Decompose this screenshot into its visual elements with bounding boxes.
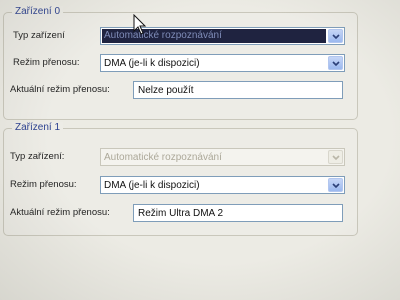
device1-mode-select[interactable]: DMA (je-li k dispozici)	[100, 176, 345, 194]
device0-mode-label: Režim přenosu:	[13, 57, 80, 68]
device0-current-label: Aktuální režim přenosu:	[10, 84, 110, 95]
device1-type-dropdown-button[interactable]	[328, 150, 343, 164]
device1-legend: Zařízení 1	[12, 122, 64, 134]
device0-current-value: Nelze použít	[138, 85, 194, 96]
device0-current-field: Nelze použít	[133, 81, 343, 99]
chevron-down-icon	[332, 61, 340, 67]
device1-current-label: Aktuální režim přenosu:	[10, 207, 110, 218]
device1-mode-value: DMA (je-li k dispozici)	[104, 180, 200, 191]
device1-type-select[interactable]: Automatické rozpoznávání	[100, 148, 345, 166]
device1-current-field: Režim Ultra DMA 2	[133, 204, 343, 222]
device0-type-dropdown-button[interactable]	[328, 29, 343, 43]
device0-type-label: Typ zařízení	[13, 30, 65, 41]
chevron-down-icon	[332, 34, 340, 40]
device0-mode-value: DMA (je-li k dispozici)	[104, 58, 200, 69]
device1-current-value: Režim Ultra DMA 2	[138, 208, 224, 219]
chevron-down-icon	[332, 183, 340, 189]
chevron-down-icon	[332, 155, 340, 161]
device0-mode-dropdown-button[interactable]	[328, 56, 343, 70]
device1-mode-dropdown-button[interactable]	[328, 178, 343, 192]
device1-type-value: Automatické rozpoznávání	[104, 152, 222, 163]
device0-mode-select[interactable]: DMA (je-li k dispozici)	[100, 54, 345, 72]
device1-mode-label: Režim přenosu:	[10, 179, 77, 190]
mouse-pointer-icon	[133, 14, 147, 35]
device0-legend: Zařízení 0	[12, 6, 64, 18]
device1-type-label: Typ zařízení:	[10, 151, 65, 162]
